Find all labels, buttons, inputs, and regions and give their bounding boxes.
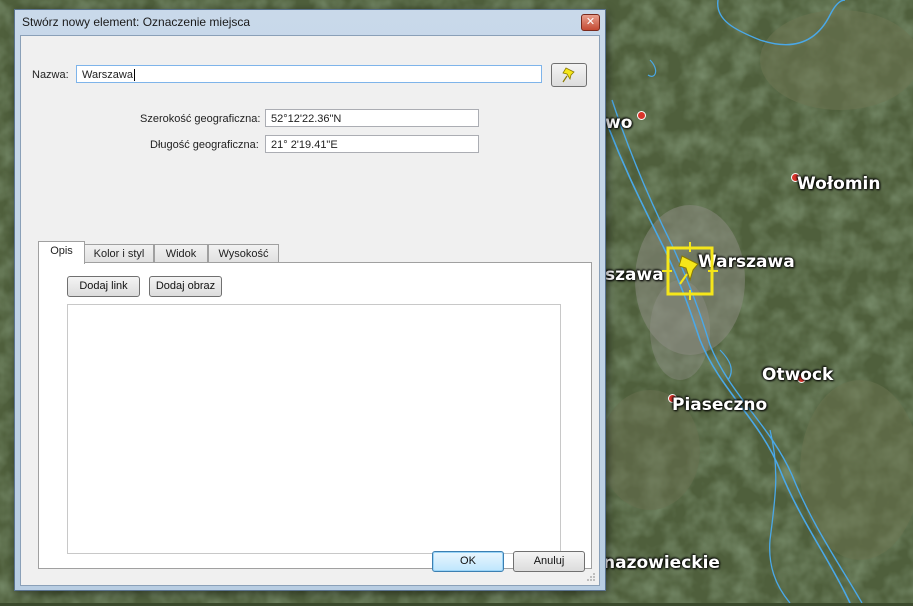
close-button[interactable]: ✕ <box>581 14 600 31</box>
dialog-title: Stwórz nowy element: Oznaczenie miejsca <box>22 15 251 29</box>
new-placemark-dialog: Stwórz nowy element: Oznaczenie miejsca … <box>14 9 606 591</box>
longitude-label: Długość geograficzna: <box>150 139 259 151</box>
latitude-input[interactable]: 52°12'22.36"N <box>265 109 479 127</box>
cancel-button[interactable]: Anuluj <box>513 551 585 572</box>
place-dot-wo <box>637 111 646 120</box>
ok-button[interactable]: OK <box>432 551 504 572</box>
map-label-mazowieckie[interactable]: nazowieckie <box>603 553 720 573</box>
tab-opis[interactable]: Opis <box>38 241 85 264</box>
name-input[interactable]: Warszawa <box>76 65 542 83</box>
placemark-pin-icon[interactable] <box>660 240 720 300</box>
map-label-piaseczno[interactable]: Piaseczno <box>672 395 767 415</box>
map-label-wolomin[interactable]: Wołomin <box>797 174 880 194</box>
tab-kolor-i-styl[interactable]: Kolor i styl <box>84 244 154 263</box>
name-input-value: Warszawa <box>82 69 133 81</box>
map-label-otwock[interactable]: Otwock <box>762 365 833 385</box>
longitude-input[interactable]: 21° 2'19.41"E <box>265 135 479 153</box>
text-caret <box>133 69 135 82</box>
dialog-titlebar[interactable]: Stwórz nowy element: Oznaczenie miejsca … <box>15 10 605 34</box>
dialog-body: Nazwa: Warszawa Szerokość geograficzna: … <box>20 35 600 586</box>
yellow-pushpin-icon <box>562 67 575 83</box>
description-tab-panel: Dodaj link Dodaj obraz <box>38 262 592 569</box>
resize-grip-icon[interactable] <box>586 572 596 582</box>
placemark-icon-button[interactable] <box>551 63 587 87</box>
description-textarea[interactable] <box>67 304 561 554</box>
close-icon: ✕ <box>585 16 596 28</box>
add-image-button[interactable]: Dodaj obraz <box>149 276 222 297</box>
map-label-wo[interactable]: wo <box>605 113 632 133</box>
name-label: Nazwa: <box>32 69 69 81</box>
add-link-button[interactable]: Dodaj link <box>67 276 140 297</box>
latitude-label: Szerokość geograficzna: <box>140 113 261 125</box>
tab-wysokosc[interactable]: Wysokość <box>208 244 279 263</box>
map-label-szawa[interactable]: szawa <box>605 265 664 285</box>
tab-widok[interactable]: Widok <box>154 244 208 263</box>
